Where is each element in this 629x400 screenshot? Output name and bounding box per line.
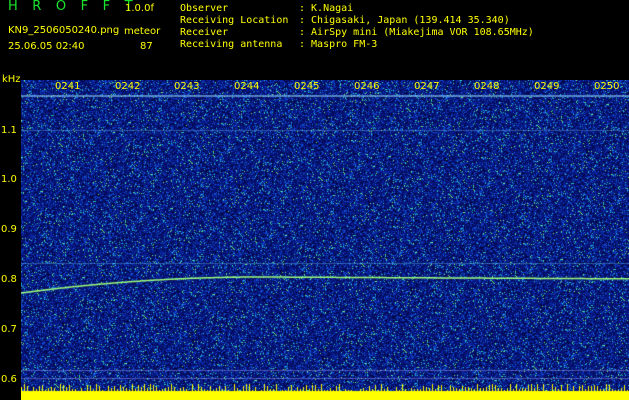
x-tick-0242: 0242 bbox=[115, 81, 141, 92]
y-tick-0-9: 0.9 bbox=[1, 224, 17, 235]
y-axis-unit: kHz bbox=[2, 74, 21, 85]
y-tick-1-0: 1.0 bbox=[1, 174, 17, 185]
info-label-receiver: Receiver bbox=[180, 27, 229, 38]
spectrogram-canvas bbox=[21, 80, 629, 400]
info-value-receiver: : AirSpy mini (Miakejima VOR 108.65MHz) bbox=[299, 27, 534, 38]
y-tick-0-6: 0.6 bbox=[1, 374, 17, 385]
x-tick-0247: 0247 bbox=[414, 81, 440, 92]
x-tick-0241: 0241 bbox=[55, 81, 81, 92]
info-value-antenna: : Maspro FM-3 bbox=[299, 39, 378, 50]
info-label-location: Receiving Location bbox=[180, 15, 289, 26]
meteor-label: meteor bbox=[124, 26, 161, 37]
y-tick-0-7: 0.7 bbox=[1, 324, 17, 335]
x-tick-0246: 0246 bbox=[354, 81, 380, 92]
y-tick-1-1: 1.1 bbox=[1, 125, 17, 136]
filename-label: KN9_2506050240.png bbox=[8, 25, 120, 36]
x-tick-0243: 0243 bbox=[174, 81, 200, 92]
x-tick-0249: 0249 bbox=[534, 81, 560, 92]
info-value-observer: : K.Nagai bbox=[299, 3, 354, 14]
info-value-location: : Chigasaki, Japan (139.414 35.340) bbox=[299, 15, 510, 26]
app-title: H R O F F T bbox=[8, 0, 138, 14]
x-tick-0245: 0245 bbox=[294, 81, 320, 92]
info-label-observer: Observer bbox=[180, 3, 229, 14]
x-tick-0244: 0244 bbox=[234, 81, 260, 92]
y-tick-0-8: 0.8 bbox=[1, 274, 17, 285]
datetime-label: 25.06.05 02:40 bbox=[8, 41, 85, 52]
meteor-count: 87 bbox=[140, 41, 153, 52]
x-tick-0248: 0248 bbox=[474, 81, 500, 92]
header-panel: H R O F F T 1.0.0f KN9_2506050240.png 25… bbox=[0, 0, 629, 75]
info-label-antenna: Receiving antenna bbox=[180, 39, 283, 50]
version-label: 1.0.0f bbox=[125, 3, 154, 14]
x-tick-0250: 0250 bbox=[594, 81, 620, 92]
